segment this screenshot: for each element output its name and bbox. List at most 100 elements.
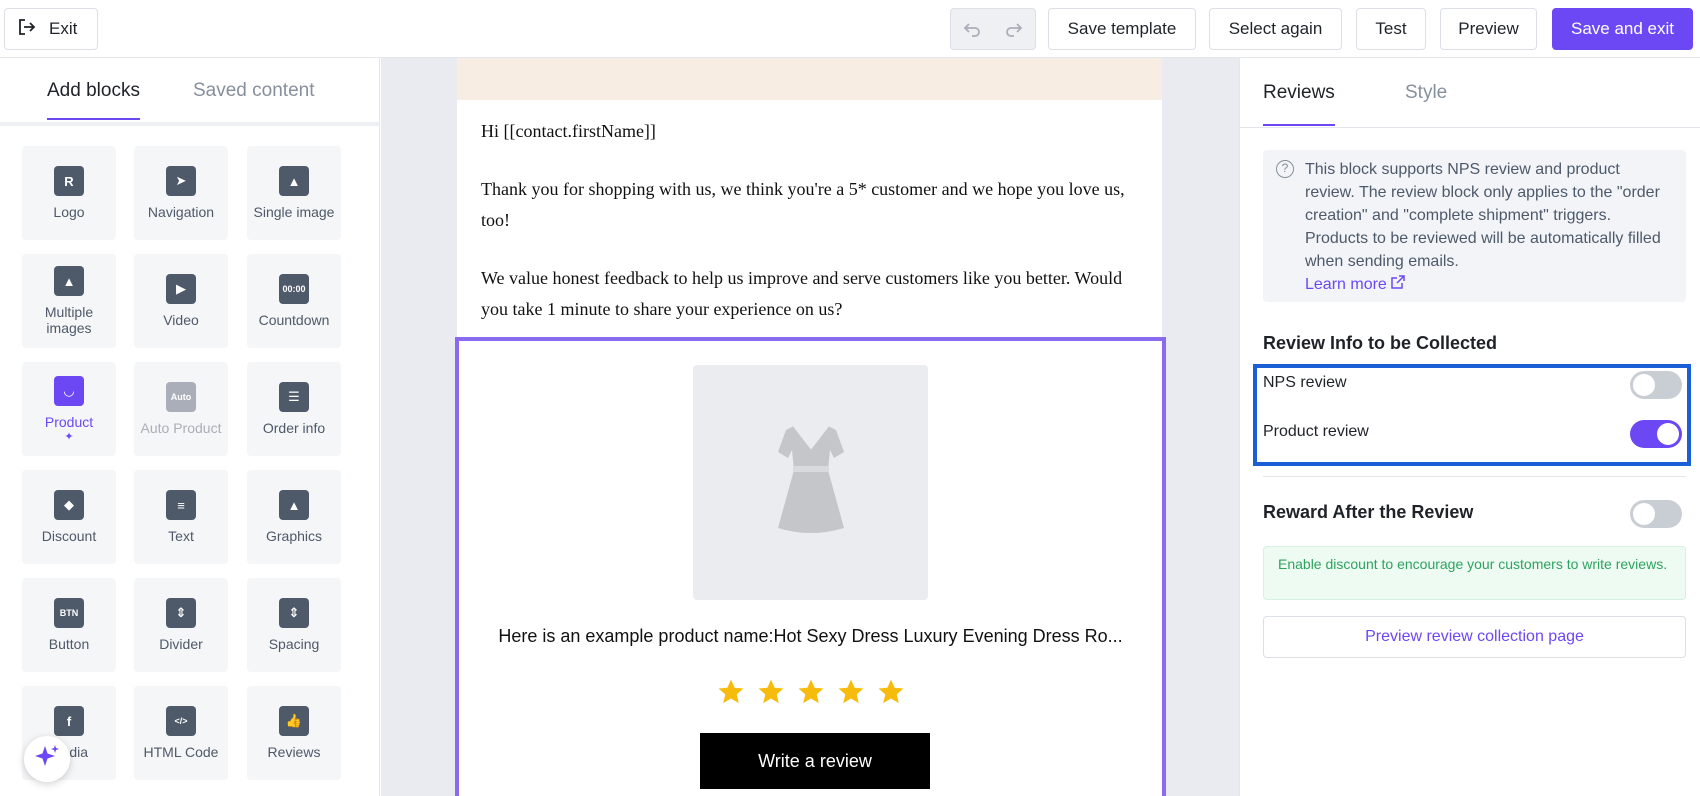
section-divider	[1263, 476, 1686, 477]
html-code-icon: </>	[166, 706, 196, 736]
block-button[interactable]: BTN Button	[22, 578, 116, 672]
reward-title: Reward After the Review	[1263, 502, 1474, 522]
block-text[interactable]: ≡ Text	[134, 470, 228, 564]
sparkle-icon	[33, 743, 61, 776]
tab-style[interactable]: Style	[1405, 82, 1447, 104]
block-label: Single image	[253, 204, 335, 220]
email-greeting: Hi [[contact.firstName]]	[481, 121, 656, 141]
ai-sparkle-icon: ✦	[64, 430, 74, 443]
select-again-button[interactable]: Select again	[1209, 8, 1342, 50]
navigation-icon: ➤	[166, 166, 196, 196]
rating-stars	[459, 677, 1162, 707]
block-label: Button	[48, 636, 90, 652]
write-review-button[interactable]: Write a review	[700, 733, 930, 789]
block-label: Divider	[159, 636, 203, 652]
block-order-info[interactable]: ☰ Order info	[247, 362, 341, 456]
settings-panel: Reviews Style ? This block supports NPS …	[1239, 58, 1700, 796]
block-label: Discount	[41, 528, 97, 544]
block-label: Text	[168, 528, 194, 544]
ai-assistant-button[interactable]	[24, 736, 70, 782]
auto-product-icon: Auto	[166, 382, 196, 412]
block-countdown[interactable]: 00:00 Countdown	[247, 254, 341, 348]
save-and-exit-button[interactable]: Save and exit	[1552, 8, 1693, 50]
star-icon	[798, 679, 823, 704]
star-icon	[718, 679, 743, 704]
email-header-banner[interactable]	[457, 58, 1162, 100]
block-spacing[interactable]: ⇕ Spacing	[247, 578, 341, 672]
exit-icon	[17, 17, 37, 42]
block-auto-product[interactable]: Auto Auto Product	[134, 362, 228, 456]
email-canvas: Hi [[contact.firstName]] Thank you for s…	[381, 58, 1239, 796]
email-paragraph-2: We value honest feedback to help us impr…	[481, 268, 1123, 319]
logo-icon: R	[54, 166, 84, 196]
product-review-label: Product review	[1263, 423, 1369, 440]
tab-reviews[interactable]: Reviews	[1263, 82, 1335, 126]
preview-button[interactable]: Preview	[1440, 8, 1537, 50]
block-navigation[interactable]: ➤ Navigation	[134, 146, 228, 240]
block-label: Order info	[262, 420, 326, 436]
reward-toggle[interactable]	[1630, 500, 1682, 528]
block-label: Reviews	[267, 744, 321, 760]
nps-review-label: NPS review	[1263, 374, 1347, 391]
product-name: Here is an example product name:Hot Sexy…	[498, 626, 1123, 646]
exit-button[interactable]: Exit	[4, 8, 98, 50]
block-graphics[interactable]: ▲ Graphics	[247, 470, 341, 564]
tab-saved-content[interactable]: Saved content	[193, 80, 314, 102]
review-block-selected[interactable]: Here is an example product name:Hot Sexy…	[455, 337, 1166, 796]
block-label: Product	[44, 413, 94, 430]
block-video[interactable]: ▶ Video	[134, 254, 228, 348]
graphics-icon: ▲	[279, 490, 309, 520]
text-icon: ≡	[166, 490, 196, 520]
block-label: Auto Product	[140, 420, 222, 436]
block-divider[interactable]: ⇕ Divider	[134, 578, 228, 672]
block-product[interactable]: ◡ Product ✦	[22, 362, 116, 456]
product-icon: ◡	[54, 375, 84, 406]
discount-icon: ◆	[54, 490, 84, 520]
block-logo[interactable]: R Logo	[22, 146, 116, 240]
external-link-icon	[1391, 275, 1406, 293]
block-label: Multiple images	[44, 304, 94, 336]
block-discount[interactable]: ◆ Discount	[22, 470, 116, 564]
image-icon: ▲	[279, 166, 309, 196]
nps-review-toggle[interactable]	[1630, 371, 1682, 399]
preview-review-page-button[interactable]: Preview review collection page	[1263, 616, 1686, 658]
learn-more-link[interactable]: Learn more	[1305, 275, 1406, 293]
tab-add-blocks[interactable]: Add blocks	[47, 80, 140, 120]
email-text-block[interactable]: Hi [[contact.firstName]] Thank you for s…	[481, 116, 1141, 352]
undo-icon[interactable]	[951, 9, 993, 49]
order-info-icon: ☰	[279, 382, 309, 412]
block-single-image[interactable]: ▲ Single image	[247, 146, 341, 240]
block-multiple-images[interactable]: ▲ Multiple images	[22, 254, 116, 348]
block-label: Spacing	[268, 636, 320, 652]
star-icon	[758, 679, 783, 704]
product-review-toggle[interactable]	[1630, 420, 1682, 448]
star-icon	[838, 679, 863, 704]
blocks-panel: Add blocks Saved content R Logo ➤ Navigatio…	[0, 58, 380, 796]
product-image-placeholder	[693, 365, 928, 600]
block-label: Logo	[53, 204, 85, 220]
dress-icon	[766, 420, 856, 545]
images-icon: ▲	[54, 266, 84, 296]
save-template-button[interactable]: Save template	[1048, 8, 1196, 50]
block-label: Countdown	[258, 312, 330, 328]
reward-hint: Enable discount to encourage your custom…	[1263, 546, 1686, 600]
countdown-icon: 00:00	[279, 274, 309, 304]
block-label: Video	[163, 312, 199, 328]
test-button[interactable]: Test	[1356, 8, 1426, 50]
block-html-code[interactable]: </> HTML Code	[134, 686, 228, 780]
social-media-icon: f	[54, 706, 84, 736]
blocks-tabs: Add blocks Saved content	[0, 58, 379, 126]
divider-icon: ⇕	[166, 598, 196, 628]
reviews-icon: 👍	[279, 706, 309, 736]
star-icon	[878, 679, 903, 704]
info-text: This block supports NPS review and produ…	[1305, 161, 1661, 270]
redo-icon[interactable]	[993, 9, 1035, 49]
block-label: Graphics	[265, 528, 323, 544]
top-toolbar: Exit Save template Select again Test Pre…	[0, 0, 1700, 58]
email-paragraph-1: Thank you for shopping with us, we think…	[481, 179, 1125, 230]
block-reviews[interactable]: 👍 Reviews	[247, 686, 341, 780]
learn-more-label: Learn more	[1305, 276, 1387, 293]
review-info-title: Review Info to be Collected	[1263, 333, 1498, 353]
spacing-icon: ⇕	[279, 598, 309, 628]
exit-label: Exit	[49, 19, 78, 38]
